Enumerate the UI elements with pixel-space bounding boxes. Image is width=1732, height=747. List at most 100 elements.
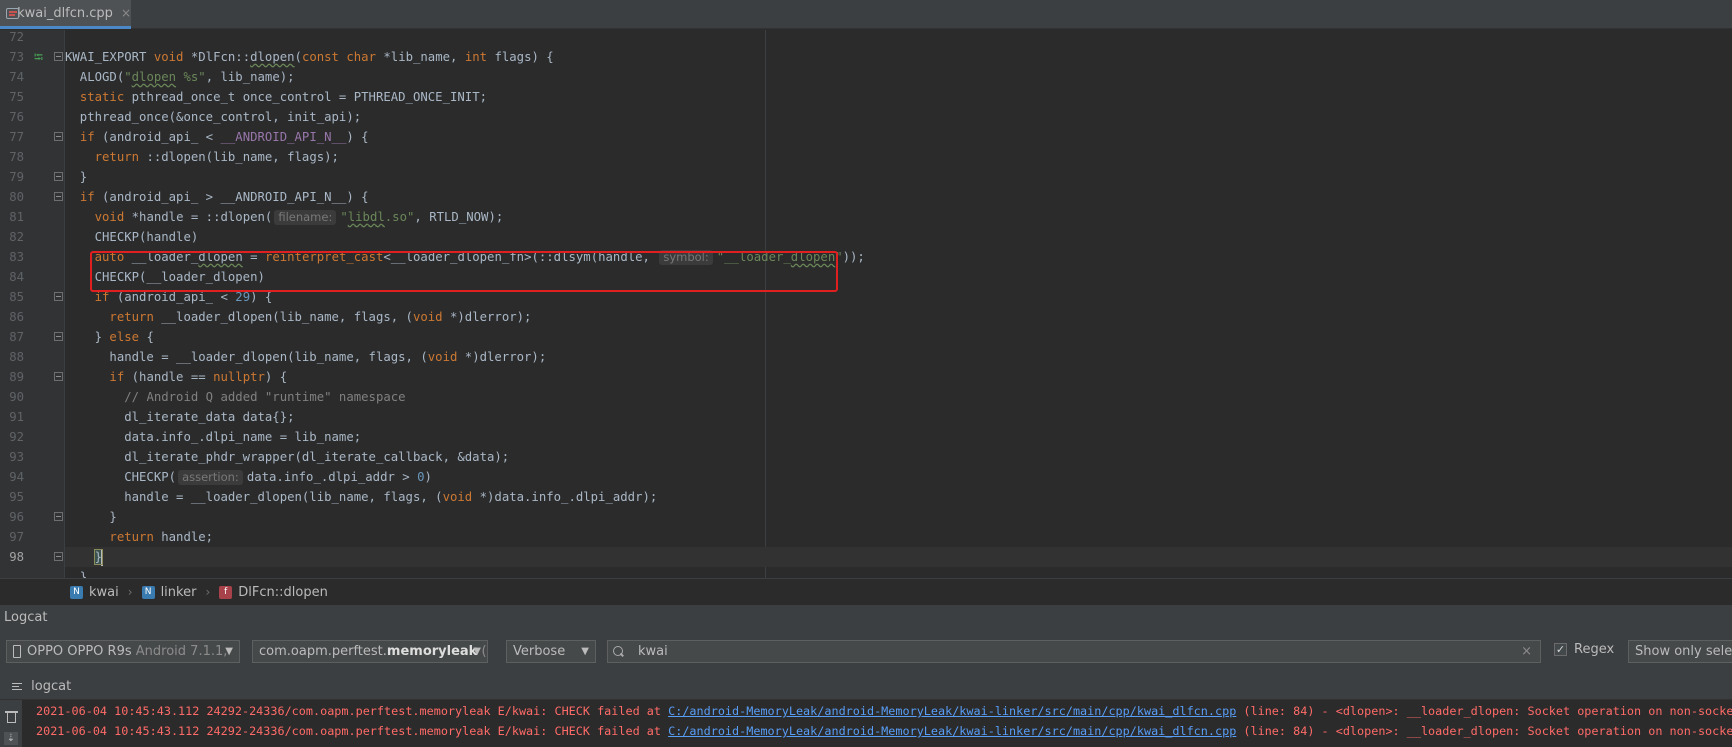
code-line[interactable]: 97 return handle; [0, 527, 1732, 547]
override-marker-icon[interactable]: ⭾ [34, 47, 43, 67]
chevron-down-icon: ▼ [581, 646, 589, 657]
source-file-link[interactable]: C:/android-MemoryLeak/android-MemoryLeak… [668, 704, 1236, 718]
fold-icon[interactable] [54, 552, 63, 561]
code-line[interactable]: 72 [0, 30, 1732, 47]
code-line[interactable]: 87 } else { [0, 327, 1732, 347]
code-line[interactable]: 89 if (handle == nullptr) { [0, 367, 1732, 387]
code-line[interactable]: 74 ALOGD("dlopen %s", lib_name); [0, 67, 1732, 87]
process-selector[interactable]: com.oapm.perftest.memoryleak (2 ▼ [252, 640, 488, 663]
code-editor[interactable]: 72 73 ⭾ KWAI_EXPORT void *DlFcn::dlopen(con… [0, 30, 1732, 578]
code-text: pthread_once(&once_control, init_api); [65, 110, 362, 124]
scroll-to-end-icon[interactable]: ⇣ [4, 732, 18, 745]
device-os: Android 7.1.1, [135, 644, 228, 659]
tab-kwai-dlfcn[interactable]: kwai_dlfcn.cpp × [0, 0, 131, 29]
code-line[interactable]: 91 dl_iterate_data data{}; [0, 407, 1732, 427]
log-output[interactable]: ⇣ 2021-06-04 10:45:43.112 24292-24336/co… [0, 700, 1732, 747]
breadcrumb: Nkwai › Nlinker › f DlFcn::dlopen [0, 578, 1732, 605]
code-line[interactable]: 95 handle = __loader_dlopen(lib_name, fl… [0, 487, 1732, 507]
log-level-selector[interactable]: Verbose ▼ [506, 640, 596, 663]
line-number: 96 [9, 510, 24, 524]
code-line[interactable]: 73 ⭾ KWAI_EXPORT void *DlFcn::dlopen(const… [0, 47, 1732, 67]
fold-icon[interactable] [54, 372, 63, 381]
fold-icon[interactable] [54, 52, 63, 61]
fold-icon[interactable] [54, 332, 63, 341]
code-line[interactable]: 75 static pthread_once_t once_control = … [0, 87, 1732, 107]
close-tab-icon[interactable]: × [121, 6, 131, 20]
code-text: data.info_.dlpi_name = lib_name; [65, 430, 362, 444]
line-number: 82 [9, 230, 24, 244]
namespace-icon: N [141, 585, 155, 599]
log-level-value: Verbose [513, 644, 566, 659]
show-only-label: Show only selected [1635, 644, 1732, 659]
code-text: } [65, 510, 117, 524]
phone-icon [13, 645, 21, 658]
lines-icon [12, 681, 22, 692]
code-line[interactable]: 76 pthread_once(&once_control, init_api)… [0, 107, 1732, 127]
code-text: CHECKP(handle) [65, 230, 199, 244]
fold-icon[interactable] [54, 192, 63, 201]
code-text: return handle; [109, 530, 214, 544]
fold-icon[interactable] [54, 512, 63, 521]
code-line[interactable]: 78 return ::dlopen(lib_name, flags); [0, 147, 1732, 167]
code-line[interactable]: 92 data.info_.dlpi_name = lib_name; [0, 427, 1732, 447]
line-number: 80 [9, 190, 24, 204]
code-line[interactable]: 82 CHECKP(handle) [0, 227, 1732, 247]
code-line[interactable]: } [0, 567, 1732, 578]
fold-icon[interactable] [54, 172, 63, 181]
code-line[interactable]: 88 handle = __loader_dlopen(lib_name, fl… [0, 347, 1732, 367]
line-number: 74 [9, 70, 24, 84]
line-number: 75 [9, 90, 24, 104]
code-line[interactable]: 77 if (android_api_ < __ANDROID_API_N__)… [0, 127, 1732, 147]
code-line[interactable]: 96 } [0, 507, 1732, 527]
line-number: 90 [9, 390, 24, 404]
breadcrumb-item[interactable]: f DlFcn::dlopen [219, 585, 328, 600]
line-number: 98 [9, 550, 24, 564]
logcat-title: Logcat [0, 604, 1732, 629]
source-file-link[interactable]: C:/android-MemoryLeak/android-MemoryLeak… [668, 724, 1236, 738]
regex-toggle[interactable]: ✓ Regex [1554, 642, 1614, 657]
code-text: dl_iterate_phdr_wrapper(dl_iterate_callb… [65, 450, 510, 464]
code-text: if (android_api_ < __ANDROID_API_N__) { [79, 130, 369, 144]
log-entry[interactable]: 2021-06-04 10:45:43.112 24292-24336/com.… [36, 701, 1732, 721]
line-number: 73 [9, 50, 24, 64]
line-number: 89 [9, 370, 24, 384]
logcat-search-input[interactable]: kwai × [607, 640, 1541, 663]
code-text: ALOGD("dlopen %s", lib_name); [65, 70, 295, 84]
search-value: kwai [638, 644, 668, 659]
breadcrumb-item[interactable]: Nkwai [70, 585, 119, 600]
line-number: 92 [9, 430, 24, 444]
code-text: // Android Q added "runtime" namespace [124, 390, 406, 404]
device-name: OPPO OPPO R9s [27, 644, 132, 659]
logcat-tab-row: logcat [0, 673, 1732, 700]
code-line[interactable]: 86 return __loader_dlopen(lib_name, flag… [0, 307, 1732, 327]
log-entry[interactable]: 2021-06-04 10:45:43.112 24292-24336/com.… [36, 721, 1732, 741]
code-line[interactable]: 81 void *handle = ::dlopen(filename: "lib… [0, 207, 1732, 227]
code-text: if (handle == nullptr) { [109, 370, 288, 384]
code-line[interactable]: 79 } [0, 167, 1732, 187]
code-line[interactable]: 80 if (android_api_ > __ANDROID_API_N__)… [0, 187, 1732, 207]
code-line[interactable]: 90 // Android Q added "runtime" namespac… [0, 387, 1732, 407]
line-number: 83 [9, 250, 24, 264]
chevron-right-icon: › [205, 585, 211, 599]
regex-checkbox[interactable]: ✓ [1554, 643, 1567, 656]
breadcrumb-label: DlFcn::dlopen [238, 584, 328, 600]
code-line[interactable]: 98 } [0, 547, 1732, 567]
code-text: CHECKP(assertion: data.info_.dlpi_addr > … [65, 470, 432, 485]
code-text: handle = __loader_dlopen(lib_name, flags… [65, 490, 658, 504]
clear-search-icon[interactable]: × [1521, 641, 1532, 662]
fold-icon[interactable] [54, 292, 63, 301]
line-number: 93 [9, 450, 24, 464]
line-number: 88 [9, 350, 24, 364]
breadcrumb-item[interactable]: Nlinker [141, 585, 196, 600]
logcat-tab-label[interactable]: logcat [31, 679, 71, 694]
namespace-icon: N [70, 585, 83, 599]
device-selector[interactable]: OPPO OPPO R9s Android 7.1.1, ▼ [6, 640, 240, 663]
show-only-selected-dropdown[interactable]: Show only selected [1628, 640, 1732, 663]
log-message: (line: 84) - <dlopen>: __loader_dlopen: … [1236, 724, 1732, 738]
trash-icon[interactable] [7, 713, 16, 723]
code-line[interactable]: 94 CHECKP(assertion: data.info_.dlpi_addr… [0, 467, 1732, 487]
line-number: 78 [9, 150, 24, 164]
current-line-highlight [65, 547, 1732, 567]
code-line[interactable]: 93 dl_iterate_phdr_wrapper(dl_iterate_ca… [0, 447, 1732, 467]
fold-icon[interactable] [54, 132, 63, 141]
